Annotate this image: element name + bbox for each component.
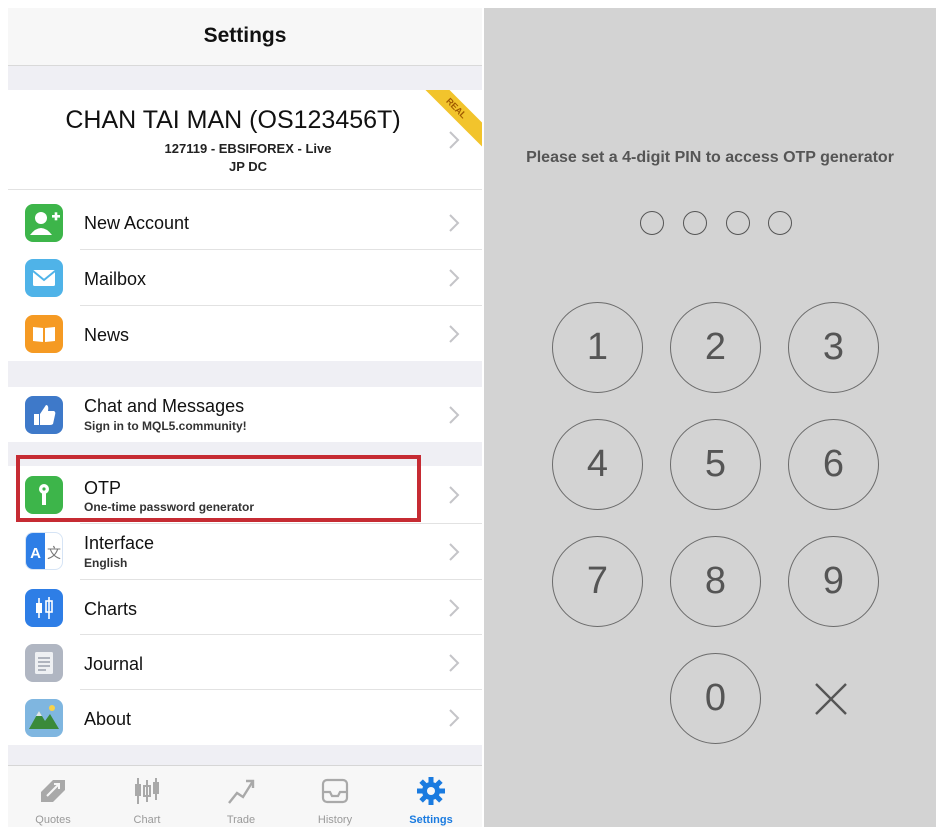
gear-icon [417,777,445,805]
item-label: Interface [84,533,155,553]
pin-key-6[interactable]: 6 [788,419,879,510]
account-server: 127119 - EBSIFOREX - Live [164,141,332,156]
pin-key-2[interactable]: 2 [670,302,761,393]
quotes-icon [41,780,65,802]
pin-key-0[interactable]: 0 [670,653,761,744]
tab-settings[interactable]: Settings [386,766,476,827]
pin-key-8[interactable]: 8 [670,536,761,627]
journal-icon [25,644,63,682]
item-label: Chat and Messages [84,396,245,416]
tab-quotes[interactable]: Quotes [8,766,98,827]
pin-key-1[interactable]: 1 [552,302,643,393]
tab-history[interactable]: History [290,766,380,827]
chevron-right-icon [449,406,460,424]
chevron-right-icon [449,709,460,727]
otp-highlight-box [16,455,421,522]
translate-icon: A文 [25,532,63,570]
settings-item-new-account[interactable]: New Account [8,196,482,250]
settings-item-mailbox[interactable]: Mailbox [8,250,482,306]
candlestick-icon [25,589,63,627]
pin-key-9[interactable]: 9 [788,536,879,627]
account-card[interactable]: CHAN TAI MAN (OS123456T) 127119 - EBSIFO… [8,90,482,190]
item-label: Charts [84,599,138,619]
news-icon [25,315,63,353]
chevron-right-icon [449,543,460,561]
settings-screen: Settings CHAN TAI MAN (OS123456T) 127119… [8,8,482,827]
item-subtitle: Sign in to MQL5.community! [84,419,247,433]
chevron-right-icon [449,599,460,617]
pin-key-7[interactable]: 7 [552,536,643,627]
close-icon[interactable] [812,680,850,718]
trade-icon [228,779,255,804]
pin-dot [640,211,664,235]
account-name: CHAN TAI MAN (OS123456T) [65,106,401,134]
thumbs-up-icon [25,396,63,434]
tab-chart[interactable]: Chart [102,766,192,827]
chevron-right-icon [449,131,460,149]
settings-item-about[interactable]: About [8,690,482,745]
chevron-right-icon [449,486,460,504]
item-label: New Account [84,213,190,233]
about-logo-icon [25,699,63,737]
pin-key-4[interactable]: 4 [552,419,643,510]
pin-setup-screen: Please set a 4-digit PIN to access OTP g… [484,8,936,827]
chevron-right-icon [449,214,460,232]
svg-text:A: A [30,545,41,562]
settings-item-interface[interactable]: A文 Interface English [8,524,482,580]
history-icon [321,778,349,804]
chevron-right-icon [449,654,460,672]
chart-icon [135,778,159,804]
chevron-right-icon [449,269,460,287]
nav-header: Settings [8,8,482,66]
item-label: About [84,709,132,729]
pin-key-3[interactable]: 3 [788,302,879,393]
mail-icon [25,259,63,297]
settings-item-journal[interactable]: Journal [8,635,482,690]
account-company: JP DC [228,159,268,174]
item-label: News [84,325,130,345]
tab-trade[interactable]: Trade [196,766,286,827]
chevron-right-icon [449,325,460,343]
pin-dot [726,211,750,235]
pin-dot [683,211,707,235]
page-title: Settings [203,24,287,47]
section-gap [8,361,482,387]
item-subtitle: English [84,556,128,570]
pin-key-5[interactable]: 5 [670,419,761,510]
add-user-icon [25,204,63,242]
pin-dot [768,211,792,235]
pin-prompt: Please set a 4-digit PIN to access OTP g… [526,149,894,166]
item-label: Mailbox [84,269,147,289]
settings-item-news[interactable]: News [8,306,482,361]
svg-text:文: 文 [47,546,61,562]
section-gap [8,66,482,90]
tab-bar: Quotes Chart Trade History Settings [8,765,482,827]
settings-item-chat-and-messages[interactable]: Chat and Messages Sign in to MQL5.commun… [8,387,482,442]
settings-item-charts[interactable]: Charts [8,580,482,635]
item-label: Journal [84,654,144,674]
section-gap [8,745,482,765]
